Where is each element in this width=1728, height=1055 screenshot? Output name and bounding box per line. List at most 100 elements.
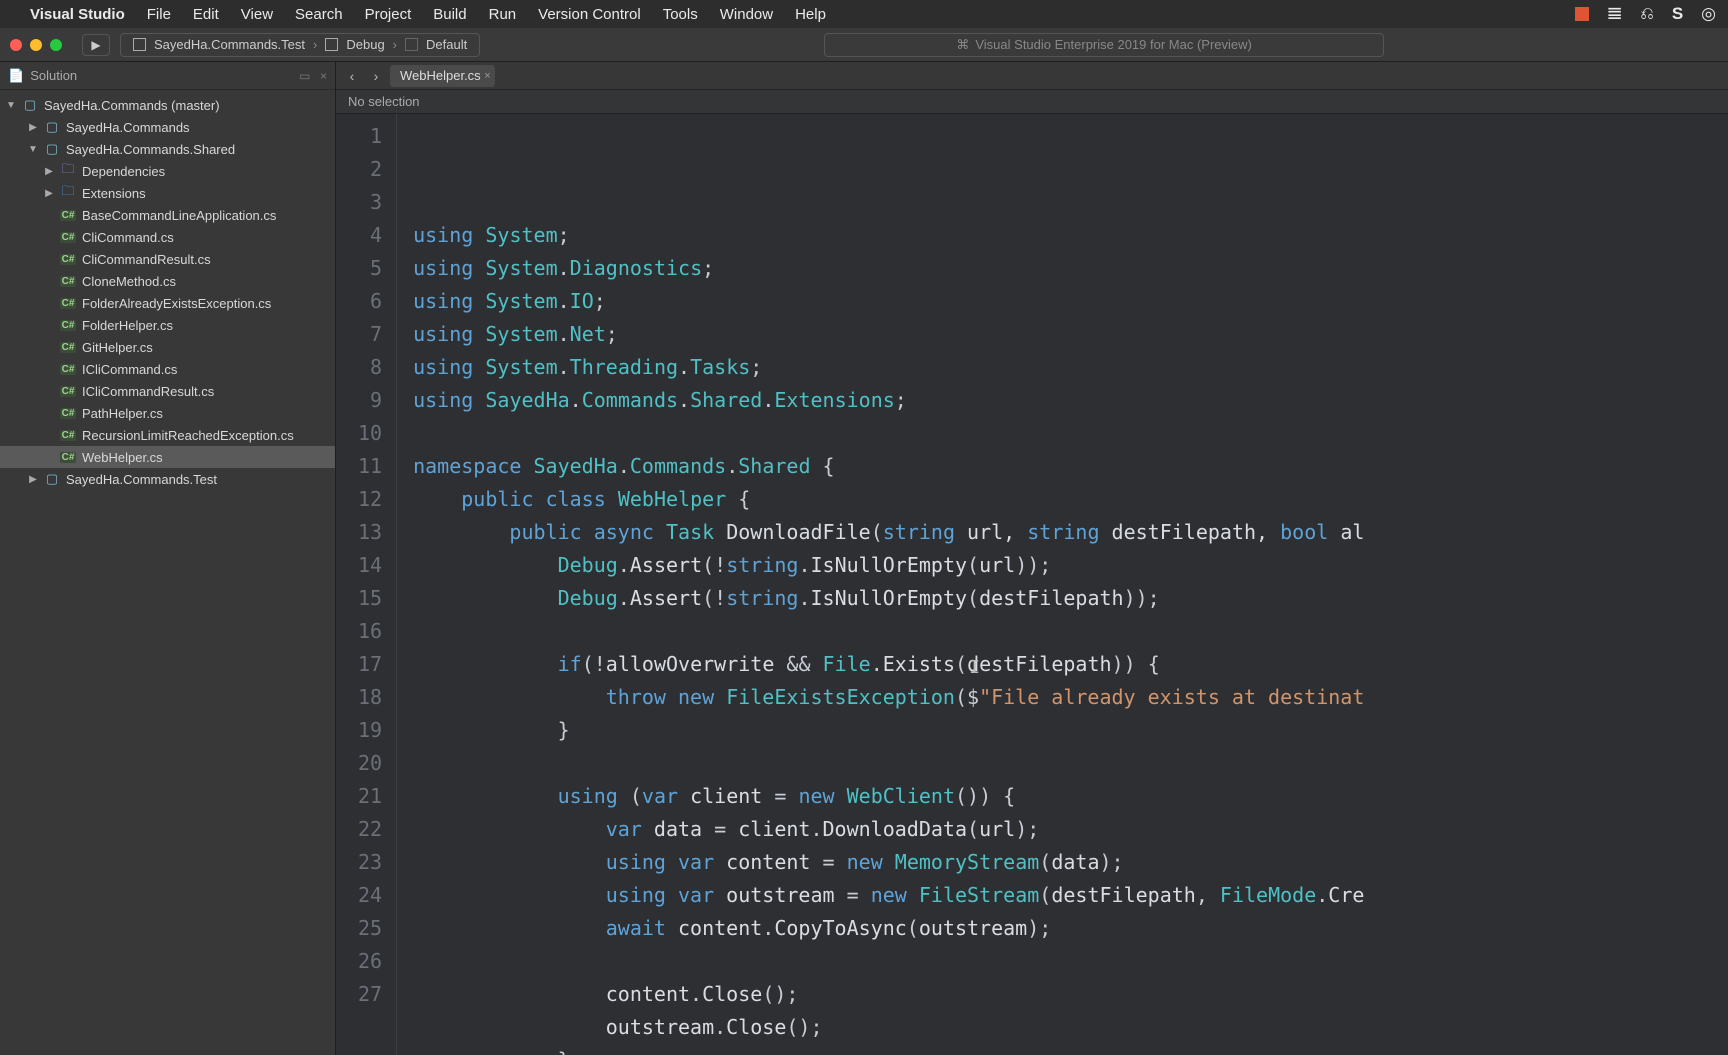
minimize-window-button[interactable] — [30, 39, 42, 51]
tree-item-label: SayedHa.Commands.Shared — [66, 142, 235, 157]
tray-globe-icon[interactable]: 𝌆 — [1607, 4, 1622, 24]
tree-item-label: WebHelper.cs — [82, 450, 163, 465]
solution-root-label: SayedHa.Commands (master) — [44, 98, 220, 113]
code-editor[interactable]: 1 2 3 4 5 6 7 8 9 10 11 12 13 14 15 16 1… — [336, 114, 1728, 1055]
menu-search[interactable]: Search — [295, 6, 343, 23]
code-line[interactable]: using System; — [413, 219, 1364, 252]
nav-back-button[interactable]: ‹ — [342, 68, 362, 84]
run-configuration-breadcrumb[interactable]: SayedHa.Commands.Test › Debug › Default — [120, 33, 480, 57]
app-name[interactable]: Visual Studio — [30, 6, 125, 23]
code-line[interactable] — [413, 747, 1364, 780]
code-line[interactable]: using SayedHa.Commands.Shared.Extensions… — [413, 384, 1364, 417]
editor-tabbar: ‹ › WebHelper.cs × — [336, 62, 1728, 90]
tree-item-pathhelper-cs[interactable]: C#PathHelper.cs — [0, 402, 335, 424]
menu-edit[interactable]: Edit — [193, 6, 219, 23]
tree-item-iclicommand-cs[interactable]: C# ICliCommand.cs — [0, 358, 335, 380]
code-line[interactable]: await content.CopyToAsync(outstream); — [413, 912, 1364, 945]
code-line[interactable]: } — [413, 1044, 1364, 1055]
code-content[interactable]: I using System;using System.Diagnostics;… — [397, 114, 1364, 1055]
sidebar-close-icon[interactable]: × — [320, 69, 327, 83]
project-icon — [133, 38, 146, 51]
tab-close-icon[interactable]: × — [484, 70, 490, 82]
disclosure-icon[interactable]: ▶ — [28, 474, 38, 485]
code-line[interactable]: content.Close(); — [413, 978, 1364, 1011]
solution-sidebar: 📄 Solution ▭ × ▼ ▢ SayedHa.Commands (mas… — [0, 62, 336, 1055]
code-line[interactable]: public async Task DownloadFile(string ur… — [413, 516, 1364, 549]
code-line[interactable]: using System.Threading.Tasks; — [413, 351, 1364, 384]
tray-recording-icon[interactable] — [1575, 7, 1589, 21]
code-line[interactable]: using var outstream = new FileStream(des… — [413, 879, 1364, 912]
tree-item-dependencies[interactable]: ▶🗀Dependencies — [0, 160, 335, 182]
tree-item-label: ICliCommand.cs — [82, 362, 177, 377]
code-line[interactable] — [413, 615, 1364, 648]
breadcrumb-config: Debug — [346, 37, 384, 52]
tree-item-githelper-cs[interactable]: C#GitHelper.cs — [0, 336, 335, 358]
csharp-file-icon: C# — [60, 364, 76, 375]
tree-item-recursionlimitreachedexception-cs[interactable]: C#RecursionLimitReachedException.cs — [0, 424, 335, 446]
solution-root[interactable]: ▼ ▢ SayedHa.Commands (master) — [0, 94, 335, 116]
sidebar-dock-icon[interactable]: ▭ — [299, 69, 310, 83]
tree-item-label: SayedHa.Commands — [66, 120, 190, 135]
menu-tools[interactable]: Tools — [663, 6, 698, 23]
tree-item-folderhelper-cs[interactable]: C#FolderHelper.cs — [0, 314, 335, 336]
code-line[interactable]: using (var client = new WebClient()) { — [413, 780, 1364, 813]
vs-logo-icon: ⌘ — [956, 37, 969, 53]
tree-item-basecommandlineapplication-cs[interactable]: C#BaseCommandLineApplication.cs — [0, 204, 335, 226]
tree-item-label: Extensions — [82, 186, 146, 201]
breadcrumb-navstrip[interactable]: No selection — [336, 90, 1728, 114]
code-line[interactable]: } — [413, 714, 1364, 747]
tray-dropbox-icon[interactable]: ⎌ — [1640, 4, 1654, 24]
tree-item-label: RecursionLimitReachedException.cs — [82, 428, 294, 443]
code-line[interactable] — [413, 417, 1364, 450]
tree-item-sayedha-commands-test[interactable]: ▶▢SayedHa.Commands.Test — [0, 468, 335, 490]
code-line[interactable]: var data = client.DownloadData(url); — [413, 813, 1364, 846]
code-line[interactable] — [413, 945, 1364, 978]
tree-item-iclicommandresult-cs[interactable]: C#ICliCommandResult.cs — [0, 380, 335, 402]
tree-item-extensions[interactable]: ▶🗀Extensions — [0, 182, 335, 204]
breadcrumb-target: Default — [426, 37, 467, 52]
code-line[interactable]: outstream.Close(); — [413, 1011, 1364, 1044]
tree-item-sayedha-commands-shared[interactable]: ▼ ▢ SayedHa.Commands.Shared — [0, 138, 335, 160]
run-button[interactable]: ▶ — [82, 34, 110, 56]
sidebar-title: Solution — [30, 68, 293, 83]
code-line[interactable]: throw new FileExistsException($"File alr… — [413, 681, 1364, 714]
menu-run[interactable]: Run — [489, 6, 517, 23]
code-line[interactable]: if(!allowOverwrite && File.Exists(destFi… — [413, 648, 1364, 681]
menu-help[interactable]: Help — [795, 6, 826, 23]
code-line[interactable]: using System.IO; — [413, 285, 1364, 318]
tree-item-webhelper-cs[interactable]: C#WebHelper.cs — [0, 446, 335, 468]
tree-item-label: CloneMethod.cs — [82, 274, 176, 289]
close-window-button[interactable] — [10, 39, 22, 51]
navstrip-label: No selection — [348, 94, 420, 109]
menu-window[interactable]: Window — [720, 6, 773, 23]
code-line[interactable]: using var content = new MemoryStream(dat… — [413, 846, 1364, 879]
tree-item-clicommand-cs[interactable]: C#CliCommand.cs — [0, 226, 335, 248]
code-line[interactable]: namespace SayedHa.Commands.Shared { — [413, 450, 1364, 483]
global-search-box[interactable]: ⌘ Visual Studio Enterprise 2019 for Mac … — [824, 33, 1384, 57]
search-placeholder: Visual Studio Enterprise 2019 for Mac (P… — [975, 37, 1252, 52]
disclosure-icon[interactable]: ▶ — [44, 166, 54, 177]
code-line[interactable]: Debug.Assert(!string.IsNullOrEmpty(url))… — [413, 549, 1364, 582]
menu-view[interactable]: View — [241, 6, 273, 23]
tray-s-icon[interactable]: S — [1672, 4, 1683, 24]
maximize-window-button[interactable] — [50, 39, 62, 51]
tray-cc-icon[interactable]: ◎ — [1701, 4, 1716, 24]
menu-project[interactable]: Project — [365, 6, 412, 23]
code-line[interactable]: public class WebHelper { — [413, 483, 1364, 516]
tree-item-clonemethod-cs[interactable]: C#CloneMethod.cs — [0, 270, 335, 292]
menu-version-control[interactable]: Version Control — [538, 6, 641, 23]
tree-item-sayedha-commands[interactable]: ▶▢SayedHa.Commands — [0, 116, 335, 138]
tree-item-folderalreadyexistsexception-cs[interactable]: C#FolderAlreadyExistsException.cs — [0, 292, 335, 314]
disclosure-icon[interactable]: ▶ — [28, 122, 38, 133]
menu-build[interactable]: Build — [433, 6, 466, 23]
disclosure-icon[interactable]: ▶ — [44, 188, 54, 199]
disclosure-icon[interactable]: ▼ — [28, 144, 38, 155]
code-line[interactable]: Debug.Assert(!string.IsNullOrEmpty(destF… — [413, 582, 1364, 615]
code-line[interactable]: using System.Diagnostics; — [413, 252, 1364, 285]
editor-tab-webhelper[interactable]: WebHelper.cs × — [390, 65, 495, 87]
project-icon: ▢ — [44, 141, 60, 157]
nav-forward-button[interactable]: › — [366, 68, 386, 84]
tree-item-clicommandresult-cs[interactable]: C#CliCommandResult.cs — [0, 248, 335, 270]
code-line[interactable]: using System.Net; — [413, 318, 1364, 351]
menu-file[interactable]: File — [147, 6, 171, 23]
